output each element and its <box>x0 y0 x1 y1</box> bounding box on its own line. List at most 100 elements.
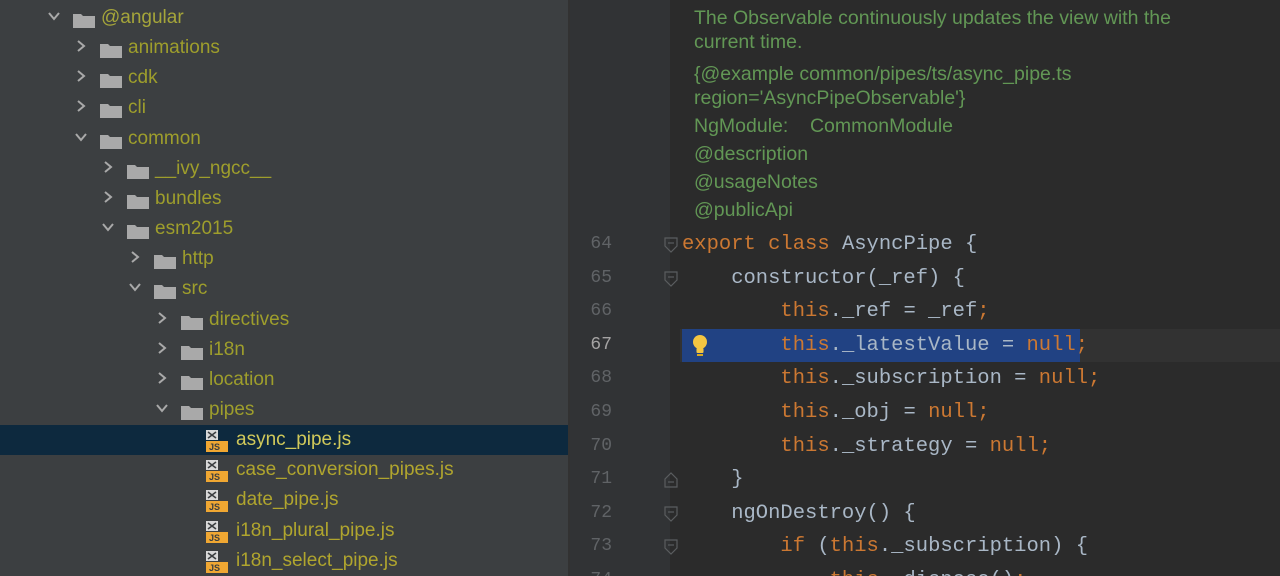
chevron-right-icon[interactable] <box>127 249 143 265</box>
fold-marker-icon[interactable] <box>664 270 678 287</box>
chevron-right-icon[interactable] <box>100 159 116 175</box>
code-line[interactable]: this._ref = _ref; <box>682 295 989 328</box>
tree-folder-item[interactable]: bundles <box>0 184 568 214</box>
tree-folder-item[interactable]: animations <box>0 33 568 63</box>
tree-folder-item[interactable]: location <box>0 365 568 395</box>
chevron-right-icon[interactable] <box>73 98 89 114</box>
doc-comment-line: @description <box>694 143 809 165</box>
code-token: ._subscription) { <box>878 535 1088 559</box>
fold-marker-icon[interactable] <box>664 506 678 522</box>
code-line[interactable]: } <box>682 463 743 496</box>
code-token: ._ref = _ref <box>829 300 978 324</box>
folder-icon <box>181 404 203 420</box>
tree-file-item[interactable]: JS case_conversion_pipes.js <box>0 455 568 485</box>
line-number: 70 <box>590 435 612 456</box>
code-line[interactable]: this._strategy = null; <box>682 430 1051 463</box>
code-line[interactable]: this._latestValue = null; <box>682 329 1088 362</box>
code-token: ngOnDestroy() { <box>682 501 916 525</box>
code-token: if <box>780 535 818 559</box>
doc-comment-line: @publicApi <box>694 199 793 221</box>
chevron-right-icon[interactable] <box>154 310 170 326</box>
folder-icon <box>127 193 149 209</box>
folder-icon <box>127 163 149 179</box>
fold-marker-icon[interactable] <box>664 472 678 488</box>
chevron-right-icon[interactable] <box>73 68 89 84</box>
tree-folder-item[interactable]: i18n <box>0 335 568 365</box>
code-line[interactable]: export class AsyncPipe { <box>682 228 977 261</box>
chevron-right-icon[interactable] <box>100 189 116 205</box>
line-number-gutter[interactable]: 64 65 66 67 68 69 70 71 72 73 74 <box>570 0 678 576</box>
js-file-icon: JS <box>205 550 229 574</box>
doc-comment-line: {@example common/pipes/ts/async_pipe.ts <box>694 63 1072 85</box>
tree-item-label: bundles <box>155 187 222 209</box>
tree-folder-item[interactable]: directives <box>0 305 568 335</box>
tree-folder-item[interactable]: http <box>0 244 568 274</box>
js-file-icon: JS <box>205 520 229 544</box>
svg-text:JS: JS <box>209 472 220 482</box>
tree-item-label: case_conversion_pipes.js <box>236 459 454 481</box>
folder-icon <box>100 133 122 149</box>
tree-folder-item[interactable]: src <box>0 274 568 304</box>
code-token: ; <box>1088 367 1101 391</box>
tree-folder-item[interactable]: pipes <box>0 395 568 425</box>
js-file-icon: JS <box>205 489 229 513</box>
tree-item-label: i18n_select_pipe.js <box>236 549 398 571</box>
chevron-down-icon[interactable] <box>46 8 62 24</box>
tree-folder-item[interactable]: @angular <box>0 3 568 33</box>
svg-text:JS: JS <box>209 533 220 543</box>
tree-folder-item[interactable]: common <box>0 124 568 154</box>
tree-folder-item[interactable]: esm2015 <box>0 214 568 244</box>
code-token: this <box>830 569 879 576</box>
doc-comment-line: current time. <box>694 31 803 53</box>
tree-item-label: http <box>182 248 214 270</box>
code-line[interactable]: this._obj = null; <box>682 396 989 429</box>
line-number: 73 <box>590 536 612 557</box>
code-token: constructor(_ref) { <box>682 266 965 290</box>
code-line[interactable]: if (this._subscription) { <box>682 530 1088 563</box>
code-token: AsyncPipe { <box>841 233 978 256</box>
line-number: 64 <box>590 234 612 254</box>
chevron-down-icon[interactable] <box>154 400 170 416</box>
chevron-right-icon[interactable] <box>154 340 170 356</box>
code-token: null <box>928 401 978 424</box>
code-token: this <box>780 401 830 424</box>
tree-item-label: animations <box>128 37 220 59</box>
code-token: this <box>780 300 830 324</box>
svg-text:JS: JS <box>209 502 220 512</box>
folder-icon <box>127 223 149 240</box>
chevron-right-icon[interactable] <box>154 370 170 386</box>
code-line[interactable]: ngOnDestroy() { <box>682 497 916 530</box>
code-token: this <box>780 434 830 458</box>
code-line[interactable]: this._dispose(); <box>682 564 1027 576</box>
tree-item-label: src <box>182 278 208 300</box>
line-number: 65 <box>590 267 612 288</box>
code-token: ; <box>1014 569 1026 576</box>
folder-icon <box>181 344 203 360</box>
chevron-right-icon[interactable] <box>73 38 89 54</box>
chevron-down-icon[interactable] <box>73 129 89 145</box>
tree-file-item[interactable]: JS i18n_select_pipe.js <box>0 546 568 576</box>
fold-marker-icon[interactable] <box>664 539 678 556</box>
folder-icon <box>181 374 203 390</box>
code-line[interactable]: constructor(_ref) { <box>682 262 965 295</box>
tree-folder-item[interactable]: cli <box>0 93 568 123</box>
code-editor[interactable]: 64 65 66 67 68 69 70 71 72 73 74 The Observable co… <box>570 0 1280 576</box>
chevron-down-icon[interactable] <box>100 219 116 235</box>
fold-marker-icon[interactable] <box>664 237 678 253</box>
project-tree[interactable]: @angular animations cdk cli common __ivy_ngcc… <box>0 0 568 576</box>
doc-comment-line: NgModule: CommonModule <box>694 115 954 137</box>
tree-file-item[interactable]: JS date_pipe.js <box>0 485 568 515</box>
tree-item-label: async_pipe.js <box>236 429 352 451</box>
doc-comment-line: @usageNotes <box>694 171 818 193</box>
tree-folder-item[interactable]: __ivy_ngcc__ <box>0 154 568 184</box>
tree-item-label: esm2015 <box>155 218 234 240</box>
code-token: this <box>829 535 879 559</box>
tree-file-item[interactable]: JS async_pipe.js <box>0 425 568 456</box>
tree-item-label: cli <box>128 97 146 119</box>
tree-file-item[interactable]: JS i18n_plural_pipe.js <box>0 516 568 546</box>
tree-folder-item[interactable]: cdk <box>0 63 568 93</box>
folder-icon <box>154 253 176 270</box>
code-line[interactable]: this._subscription = null; <box>682 362 1100 395</box>
chevron-down-icon[interactable] <box>127 279 143 295</box>
